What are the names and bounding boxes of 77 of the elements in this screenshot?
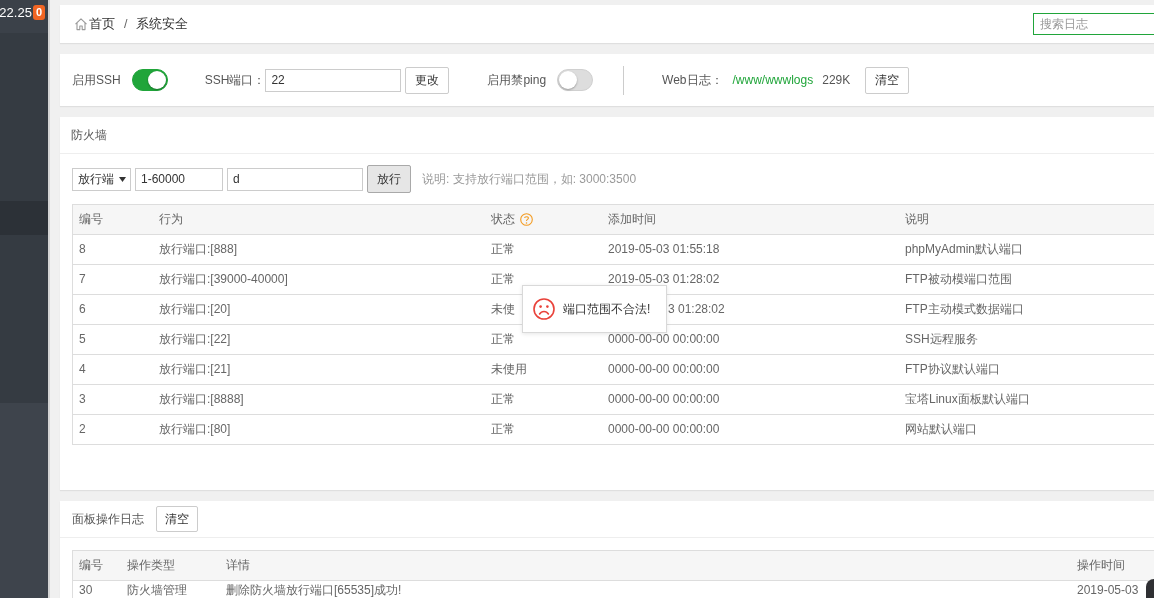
panel-title: 面板操作日志 <box>72 510 144 528</box>
column-header: 说明 <box>905 213 929 226</box>
table-cell: 放行端口:[22] <box>159 333 231 346</box>
clear-log-button[interactable]: 清空 <box>156 506 198 532</box>
ssh-label: 启用SSH <box>72 71 121 89</box>
table-cell: 未使用 <box>491 363 527 376</box>
floating-button[interactable] <box>1146 579 1154 598</box>
version-text: 22.25 <box>0 5 32 21</box>
table-cell: 0000-00-00 00:00:00 <box>608 333 720 346</box>
table-cell: 放行端口:[888] <box>159 243 238 256</box>
table-cell: 3 01:28:02 <box>668 303 725 316</box>
table-cell: 放行端口:[8888] <box>159 393 244 406</box>
log-size: 229K <box>822 73 851 87</box>
port-field[interactable]: 1-60000 <box>135 167 223 191</box>
table-cell: 宝塔Linux面板默认端口 <box>905 393 1030 406</box>
ping-toggle[interactable] <box>557 69 594 91</box>
table-cell: 正常 <box>491 393 515 406</box>
column-header: 操作类型 <box>127 559 175 572</box>
table-cell: 2019-05-03 01:28:02 <box>608 273 720 286</box>
table-cell: 放行端口:[20] <box>159 303 231 316</box>
table-cell: FTP被动模端口范围 <box>905 273 1012 286</box>
ssh-port-field[interactable]: 22 <box>265 68 402 92</box>
table-cell: 放行端口:[80] <box>159 423 231 436</box>
column-header: 行为 <box>159 213 183 226</box>
home-link[interactable]: 首页 <box>89 15 115 33</box>
table-cell: 防火墙管理 <box>127 584 187 597</box>
table-cell: 网站默认端口 <box>905 423 977 436</box>
table-cell: 正常 <box>491 273 515 286</box>
table-cell: 正常 <box>491 243 515 256</box>
table-cell: 0000-00-00 00:00:00 <box>608 393 720 406</box>
table-cell: 0000-00-00 00:00:00 <box>608 423 720 436</box>
table-cell: 正常 <box>491 333 515 346</box>
port-type-select[interactable]: 放行端 <box>72 167 131 191</box>
home-icon <box>74 17 88 31</box>
column-header: 编号 <box>79 559 103 572</box>
ping-label: 启用禁ping <box>487 71 547 89</box>
allow-button[interactable]: 放行 <box>367 165 411 193</box>
table-cell: 3 <box>79 393 86 406</box>
table-cell: 2019-05-03 01:55:18 <box>608 243 720 256</box>
table-cell: 7 <box>79 273 86 286</box>
table-cell: 8 <box>79 243 86 256</box>
breadcrumb-current: 系统安全 <box>136 15 189 33</box>
table-cell: phpMyAdmin默认端口 <box>905 243 1024 256</box>
table-cell: FTP主动模式数据端口 <box>905 303 1024 316</box>
table-cell: 6 <box>79 303 86 316</box>
notification-badge: 0 <box>32 5 45 20</box>
breadcrumb-separator: / <box>124 17 128 31</box>
table-cell: 2 <box>79 423 86 436</box>
table-cell: 2019-05-03 <box>1077 584 1139 597</box>
column-header: 详情 <box>226 559 250 572</box>
table-cell: 0000-00-00 00:00:00 <box>608 363 720 376</box>
ssh-port-label: SSH端口： <box>204 71 266 89</box>
clear-button[interactable]: 清空 <box>865 66 910 94</box>
caret-icon <box>119 176 126 182</box>
ssh-toggle[interactable] <box>131 69 168 91</box>
sad-face-icon <box>533 298 555 320</box>
web-log-label: Web日志： <box>662 71 723 89</box>
table-cell: 5 <box>79 333 86 346</box>
table-cell: 4 <box>79 363 86 376</box>
toast-message: 端口范围不合法! <box>563 300 651 318</box>
table-cell: SSH远程服务 <box>905 333 978 346</box>
hint-text: 说明: 支持放行端口范围，如: 3000:3500 <box>422 170 637 188</box>
table-cell: 未使 <box>491 303 515 316</box>
table-cell: 删除防火墙放行端口[65535]成功! <box>226 584 402 597</box>
column-header: 添加时间 <box>608 213 656 226</box>
remark-field[interactable]: d <box>227 167 363 191</box>
table-cell: 30 <box>79 584 93 597</box>
table-cell: 正常 <box>491 423 515 436</box>
table-cell: 放行端口:[39000-40000] <box>159 273 288 286</box>
table-cell: FTP协议默认端口 <box>905 363 1000 376</box>
column-header: 编号 <box>79 213 103 226</box>
search-field[interactable]: 搜索日志 <box>1033 13 1154 35</box>
table-cell: 放行端口:[21] <box>159 363 231 376</box>
change-button[interactable]: 更改 <box>405 66 450 94</box>
panel-title: 防火墙 <box>71 126 107 144</box>
column-header: 状态 <box>491 213 515 226</box>
column-header: 操作时间 <box>1077 559 1125 572</box>
